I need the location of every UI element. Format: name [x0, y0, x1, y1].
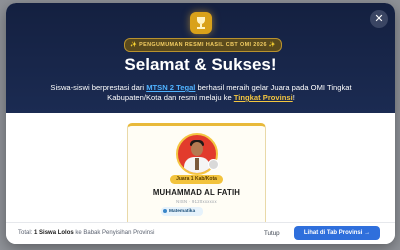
- close-button[interactable]: ✕: [370, 10, 388, 28]
- subject-icon: [163, 208, 167, 213]
- tutup-button[interactable]: Tutup: [264, 230, 280, 237]
- modal-header: ✕ ✨ PENGUMUMAN RESMI HASIL CBT OMI 2026 …: [6, 3, 395, 113]
- total-summary: Total: 1 Siswa Lolos ke Babak Penyisihan…: [18, 230, 155, 236]
- student-name: MUHAMMAD AL FATIH: [152, 188, 241, 197]
- student-card[interactable]: Juara 1 Kab/Kota MUHAMMAD AL FATIH NISN …: [127, 123, 266, 227]
- trophy-icon: [190, 12, 212, 34]
- modal-title: Selamat & Sukses!: [124, 55, 277, 74]
- result-modal: ✕ ✨ PENGUMUMAN RESMI HASIL CBT OMI 2026 …: [6, 3, 395, 244]
- modal-footer: Total: 1 Siswa Lolos ke Babak Penyisihan…: [6, 222, 395, 244]
- modal-description: Siswa-siswi berprestasi dari MTSN 2 Tega…: [50, 83, 352, 102]
- view-province-tab-button[interactable]: Lihat di Tab Provinsi →: [294, 226, 380, 240]
- subject-tag: Matematika: [161, 207, 203, 216]
- announcement-badge: ✨ PENGUMUMAN RESMI HASIL CBT OMI 2026 ✨: [124, 38, 282, 52]
- medal-icon: [208, 159, 219, 170]
- rank-badge: Juara 1 Kab/Kota: [170, 175, 223, 184]
- student-list: Juara 1 Kab/Kota MUHAMMAD AL FATIH NISN …: [6, 113, 395, 227]
- student-nisn: NISN · 9120xxxxxx: [176, 199, 217, 204]
- level-name: Tingkat Provinsi: [233, 93, 293, 102]
- school-name: MTSN 2 Tegal: [146, 83, 196, 92]
